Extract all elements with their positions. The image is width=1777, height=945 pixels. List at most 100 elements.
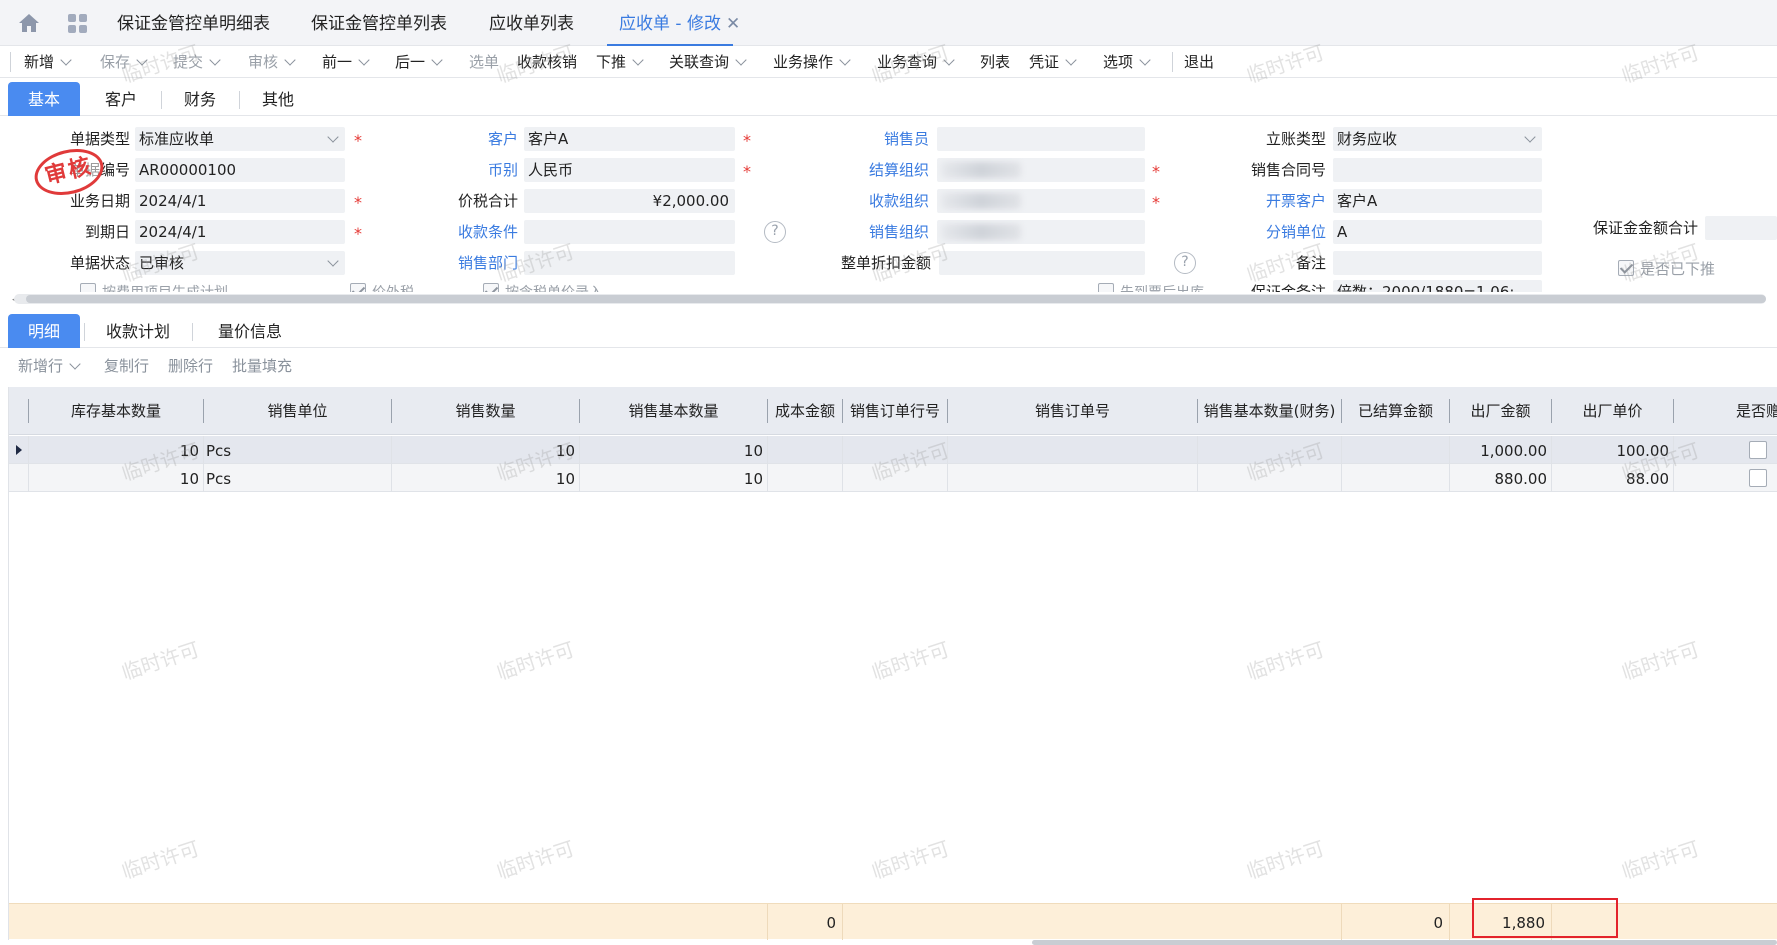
cell-sales-base-qty[interactable]: 10	[580, 436, 767, 464]
biz-date-field[interactable]: 2024/4/1	[135, 189, 345, 213]
cell-sales-unit[interactable]: Pcs	[206, 436, 391, 464]
list-button[interactable]: 列表	[980, 46, 1010, 78]
options-button[interactable]: 选项	[1103, 46, 1151, 78]
col-factory-price[interactable]: 出厂单价	[1552, 387, 1673, 435]
sales-dept-label[interactable]: 销售部门	[420, 251, 518, 275]
tax-total-field[interactable]: ¥2,000.00	[524, 189, 735, 213]
col-cost-amount[interactable]: 成本金额	[768, 387, 842, 435]
account-type-select[interactable]: 财务应收	[1333, 127, 1542, 151]
sales-org-field[interactable]	[937, 220, 1145, 244]
submit-button[interactable]: 提交	[173, 46, 221, 78]
add-row-button[interactable]: 新增行	[18, 352, 81, 380]
doc-status-select[interactable]: 已审核	[135, 251, 345, 275]
settle-org-field[interactable]	[937, 158, 1145, 182]
tab-detail[interactable]: 明细	[8, 314, 80, 348]
table-row[interactable]: 10 Pcs 10 10 1,000.00 100.00	[9, 436, 1777, 464]
cell-sales-base-qty[interactable]: 10	[580, 464, 767, 492]
invoice-first-checkbox[interactable]	[1098, 283, 1114, 292]
col-so-no[interactable]: 销售订单号	[948, 387, 1197, 435]
dist-unit-field[interactable]: A	[1333, 220, 1542, 244]
col-base-qty-finance[interactable]: 销售基本数量(财务)	[1198, 387, 1341, 435]
remark-field[interactable]	[1333, 251, 1542, 275]
form-horizontal-scrollbar[interactable]	[14, 294, 1766, 304]
tab-deposit-list[interactable]: 保证金管控单列表	[311, 0, 447, 46]
sales-contract-field[interactable]	[1333, 158, 1542, 182]
receive-org-field[interactable]	[937, 189, 1145, 213]
tab-qty-price-info[interactable]: 量价信息	[200, 314, 300, 348]
business-query-button[interactable]: 业务查询	[877, 46, 955, 78]
help-icon[interactable]: ?	[764, 221, 786, 243]
gift-checkbox[interactable]	[1749, 469, 1767, 487]
invoice-customer-label[interactable]: 开票客户	[1220, 189, 1326, 213]
cell-factory-price[interactable]: 88.00	[1552, 464, 1673, 492]
writeoff-button[interactable]: 收款核销	[517, 46, 577, 78]
expense-plan-checkbox[interactable]	[80, 283, 96, 292]
gift-checkbox[interactable]	[1749, 441, 1767, 459]
scrollbar-thumb[interactable]	[26, 295, 1766, 303]
col-sales-base-qty[interactable]: 销售基本数量	[580, 387, 767, 435]
tab-other[interactable]: 其他	[244, 82, 312, 116]
discount-field[interactable]	[939, 251, 1145, 275]
copy-row-button[interactable]: 复制行	[104, 352, 149, 380]
prev-button[interactable]: 前一	[322, 46, 370, 78]
cell-sales-unit[interactable]: Pcs	[206, 464, 391, 492]
pushed-checkbox[interactable]	[1618, 260, 1634, 276]
currency-label[interactable]: 币别	[420, 158, 518, 182]
settle-org-label[interactable]: 结算组织	[830, 158, 929, 182]
next-button[interactable]: 后一	[395, 46, 443, 78]
sales-org-label[interactable]: 销售组织	[830, 220, 929, 244]
col-stock-base-qty[interactable]: 库存基本数量	[29, 387, 203, 435]
related-query-button[interactable]: 关联查询	[669, 46, 747, 78]
extra-tax-checkbox[interactable]	[350, 283, 366, 292]
tab-receivable-list[interactable]: 应收单列表	[489, 0, 574, 46]
col-factory-amount[interactable]: 出厂金额	[1450, 387, 1551, 435]
cell-factory-amount[interactable]: 880.00	[1450, 464, 1551, 492]
receive-org-label[interactable]: 收款组织	[830, 189, 929, 213]
push-down-button[interactable]: 下推	[596, 46, 644, 78]
grid-horizontal-scrollbar[interactable]	[1032, 940, 1777, 945]
delete-row-button[interactable]: 删除行	[168, 352, 213, 380]
invoice-customer-field[interactable]: 客户A	[1333, 189, 1542, 213]
select-doc-button[interactable]: 选单	[469, 46, 499, 78]
salesperson-field[interactable]	[937, 127, 1145, 151]
apps-grid-icon[interactable]	[68, 14, 88, 34]
col-sales-qty[interactable]: 销售数量	[392, 387, 579, 435]
collect-terms-label[interactable]: 收款条件	[420, 220, 518, 244]
business-operation-button[interactable]: 业务操作	[773, 46, 851, 78]
audit-button[interactable]: 审核	[248, 46, 296, 78]
voucher-button[interactable]: 凭证	[1029, 46, 1077, 78]
tab-basic[interactable]: 基本	[8, 82, 80, 116]
sales-dept-field[interactable]	[524, 251, 735, 275]
close-icon[interactable]: ✕	[726, 0, 740, 46]
tab-customer[interactable]: 客户	[86, 82, 156, 116]
doc-type-select[interactable]: 标准应收单	[135, 127, 345, 151]
deposit-remark-field[interactable]: 倍数：2000/1880=1.06;	[1333, 280, 1542, 292]
tax-price-entry-checkbox[interactable]	[483, 283, 499, 292]
salesperson-label[interactable]: 销售员	[830, 127, 929, 151]
customer-field[interactable]: 客户A	[524, 127, 735, 151]
col-is-gift[interactable]: 是否赠品	[1674, 387, 1777, 435]
save-button[interactable]: 保存	[100, 46, 148, 78]
currency-field[interactable]: 人民币	[524, 158, 735, 182]
cell-sales-qty[interactable]: 10	[392, 436, 579, 464]
tab-collection-plan[interactable]: 收款计划	[92, 314, 184, 348]
cell-sales-qty[interactable]: 10	[392, 464, 579, 492]
col-sales-unit[interactable]: 销售单位	[204, 387, 391, 435]
cell-stock-base-qty[interactable]: 10	[29, 436, 203, 464]
tab-finance[interactable]: 财务	[166, 82, 234, 116]
new-button[interactable]: 新增	[24, 46, 72, 78]
due-date-field[interactable]: 2024/4/1	[135, 220, 345, 244]
cell-factory-amount[interactable]: 1,000.00	[1450, 436, 1551, 464]
col-so-line-no[interactable]: 销售订单行号	[843, 387, 947, 435]
tab-receivable-edit[interactable]: 应收单 - 修改	[607, 0, 733, 46]
collect-terms-field[interactable]	[524, 220, 735, 244]
cell-stock-base-qty[interactable]: 10	[29, 464, 203, 492]
exit-button[interactable]: 退出	[1184, 46, 1214, 78]
deposit-total-field[interactable]	[1705, 216, 1777, 240]
customer-label[interactable]: 客户	[420, 127, 518, 151]
home-icon[interactable]	[18, 13, 40, 33]
doc-no-field[interactable]: AR00000100	[135, 158, 345, 182]
dist-unit-label[interactable]: 分销单位	[1220, 220, 1326, 244]
tab-deposit-detail-report[interactable]: 保证金管控单明细表	[117, 0, 270, 46]
batch-fill-button[interactable]: 批量填充	[232, 352, 292, 380]
